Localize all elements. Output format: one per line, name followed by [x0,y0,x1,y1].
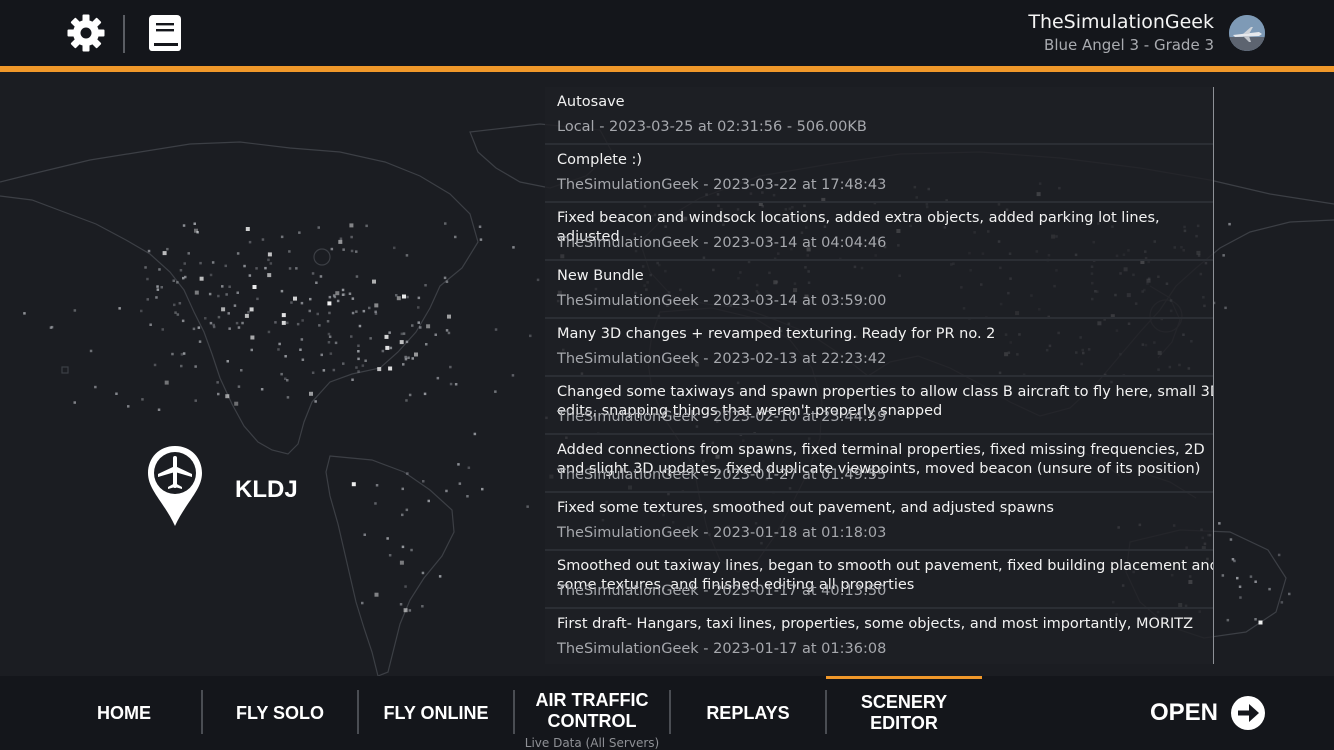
version-title: Complete :) [557,152,643,168]
nav-fly-solo[interactable]: FLY SOLO [202,676,358,750]
user-name: TheSimulationGeek [1028,11,1214,33]
version-meta: TheSimulationGeek - 2023-02-13 at 22:23:… [557,351,887,367]
bottom-nav: HOME FLY SOLO FLY ONLINE AIR TRAFFIC CON… [0,676,1334,750]
version-row[interactable]: Added connections from spawns, fixed ter… [545,435,1213,493]
user-profile[interactable]: TheSimulationGeek Blue Angel 3 - Grade 3 [1028,10,1214,56]
top-divider [123,15,125,53]
nav-scenery-editor[interactable]: SCENERY EDITOR [826,676,982,750]
version-title: Many 3D changes + revamped texturing. Re… [557,326,996,342]
version-row[interactable]: Fixed some textures, smoothed out paveme… [545,493,1213,551]
version-meta: TheSimulationGeek - 2023-02-10 at 23:44:… [557,409,887,425]
book-icon[interactable] [146,13,186,53]
version-title: New Bundle [557,268,644,284]
avatar[interactable] [1229,15,1265,51]
airport-code: KLDJ [235,476,298,503]
open-button[interactable]: OPEN [1150,695,1266,731]
arrow-right-icon [1230,695,1266,731]
gear-icon[interactable] [66,13,106,53]
version-row[interactable]: First draft- Hangars, taxi lines, proper… [545,609,1213,664]
version-row[interactable]: Complete :) TheSimulationGeek - 2023-03-… [545,145,1213,203]
version-title: First draft- Hangars, taxi lines, proper… [557,616,1194,632]
version-row[interactable]: Changed some taxiways and spawn properti… [545,377,1213,435]
version-row[interactable]: Many 3D changes + revamped texturing. Re… [545,319,1213,377]
version-title: Fixed some textures, smoothed out paveme… [557,500,1054,516]
version-meta: TheSimulationGeek - 2023-03-14 at 04:04:… [557,235,887,251]
airplane-pin-icon[interactable] [146,444,204,528]
scenery-versions-list[interactable]: Autosave Local - 2023-03-25 at 02:31:56 … [545,87,1214,664]
version-meta: TheSimulationGeek - 2023-01-17 at 40:13:… [557,583,887,599]
version-meta: Local - 2023-03-25 at 02:31:56 - 506.00K… [557,119,867,135]
nav-fly-online[interactable]: FLY ONLINE [358,676,514,750]
live-data-label: Live Data (All Servers) [524,736,660,750]
version-meta: TheSimulationGeek - 2023-01-18 at 01:18:… [557,525,887,541]
version-row[interactable]: New Bundle TheSimulationGeek - 2023-03-1… [545,261,1213,319]
top-bar: TheSimulationGeek Blue Angel 3 - Grade 3 [0,0,1334,66]
nav-home[interactable]: HOME [46,676,202,750]
version-meta: TheSimulationGeek - 2023-01-27 at 01:49:… [557,467,887,483]
version-meta: TheSimulationGeek - 2023-01-17 at 01:36:… [557,641,887,657]
version-row[interactable]: Fixed beacon and windsock locations, add… [545,203,1213,261]
version-meta: TheSimulationGeek - 2023-03-22 at 17:48:… [557,177,887,193]
nav-atc-line2: CONTROL [547,711,637,731]
nav-replays[interactable]: REPLAYS [670,676,826,750]
user-grade: Blue Angel 3 - Grade 3 [1044,36,1214,54]
version-row[interactable]: Smoothed out taxiway lines, began to smo… [545,551,1213,609]
open-label: OPEN [1150,699,1219,726]
version-title: Autosave [557,94,625,110]
nav-atc-line1: AIR TRAFFIC [535,690,649,710]
version-row[interactable]: Autosave Local - 2023-03-25 at 02:31:56 … [545,87,1213,145]
version-meta: TheSimulationGeek - 2023-03-14 at 03:59:… [557,293,887,309]
